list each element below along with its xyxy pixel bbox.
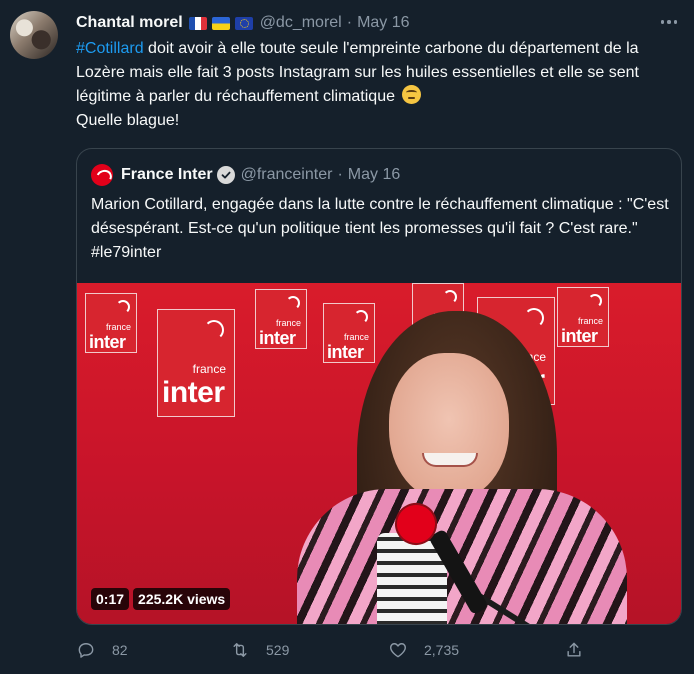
video-subject-face xyxy=(389,353,509,501)
video-subject-cardigan xyxy=(297,489,627,624)
tweet-date[interactable]: May 16 xyxy=(357,14,409,32)
more-options-icon[interactable] xyxy=(658,13,680,31)
france-inter-logo: franceinter xyxy=(255,289,307,349)
retweet-count: 529 xyxy=(266,642,290,658)
quote-text: Marion Cotillard, engagée dans la lutte … xyxy=(91,196,669,261)
retweet-icon xyxy=(233,643,247,657)
like-button[interactable]: 2,735 xyxy=(388,636,459,664)
separator-dot: · xyxy=(337,166,343,183)
heart-icon xyxy=(390,643,406,658)
reply-button[interactable]: 82 xyxy=(76,636,128,664)
france-inter-avatar[interactable] xyxy=(91,164,113,186)
video-player[interactable]: france inter france inter france inter fran… xyxy=(77,283,681,624)
face-with-rolling-eyes-icon xyxy=(402,85,422,104)
tweet-body: doit avoir à elle toute seule l'empreint… xyxy=(76,40,639,105)
separator-dot: · xyxy=(346,14,353,31)
quote-display-name[interactable]: France Inter xyxy=(121,166,213,184)
quote-date[interactable]: May 16 xyxy=(348,166,400,184)
tweet-text: #Cotillard doit avoir à elle toute seule… xyxy=(76,37,676,133)
tweet[interactable]: Chantal morel @dc_morel · May 16 #Cotill… xyxy=(0,0,694,674)
flags xyxy=(188,16,258,30)
share-icon xyxy=(567,642,581,657)
verified-badge-icon xyxy=(216,166,235,184)
france-inter-logo: franceinter xyxy=(85,293,137,353)
display-name[interactable]: Chantal morel xyxy=(76,14,183,32)
flag-ukraine-icon xyxy=(211,16,230,30)
avatar[interactable] xyxy=(10,11,58,59)
handle[interactable]: @dc_morel xyxy=(260,14,342,32)
hashtag-link[interactable]: #Cotillard xyxy=(76,40,144,57)
flag-france-icon xyxy=(188,16,207,30)
video-views: 225.2K views xyxy=(133,588,231,610)
france-inter-logo: franceinter xyxy=(157,309,235,417)
video-duration: 0:17 xyxy=(91,588,130,610)
reply-icon xyxy=(78,643,94,658)
reply-count: 82 xyxy=(112,642,128,658)
france-inter-logo: franceinter xyxy=(557,287,609,347)
quoted-tweet[interactable]: France Inter @franceinter · May 16 Mario… xyxy=(76,148,682,625)
retweet-button[interactable]: 529 xyxy=(230,636,289,664)
france-inter-logo: franceinter xyxy=(323,303,375,363)
video-subject-smile xyxy=(422,453,478,467)
tweet-header: Chantal morel @dc_morel · May 16 xyxy=(76,12,410,34)
share-button[interactable] xyxy=(564,636,584,664)
flag-eu-icon xyxy=(234,16,253,30)
like-count: 2,735 xyxy=(424,642,460,658)
tweet-actions: 82 529 2,735 xyxy=(76,636,596,664)
quote-handle[interactable]: @franceinter xyxy=(241,166,333,184)
video-badges: 0:17 225.2K views xyxy=(91,588,231,610)
tweet-line-2: Quelle blague! xyxy=(76,112,180,129)
quote-header: France Inter @franceinter · May 16 xyxy=(91,163,400,187)
